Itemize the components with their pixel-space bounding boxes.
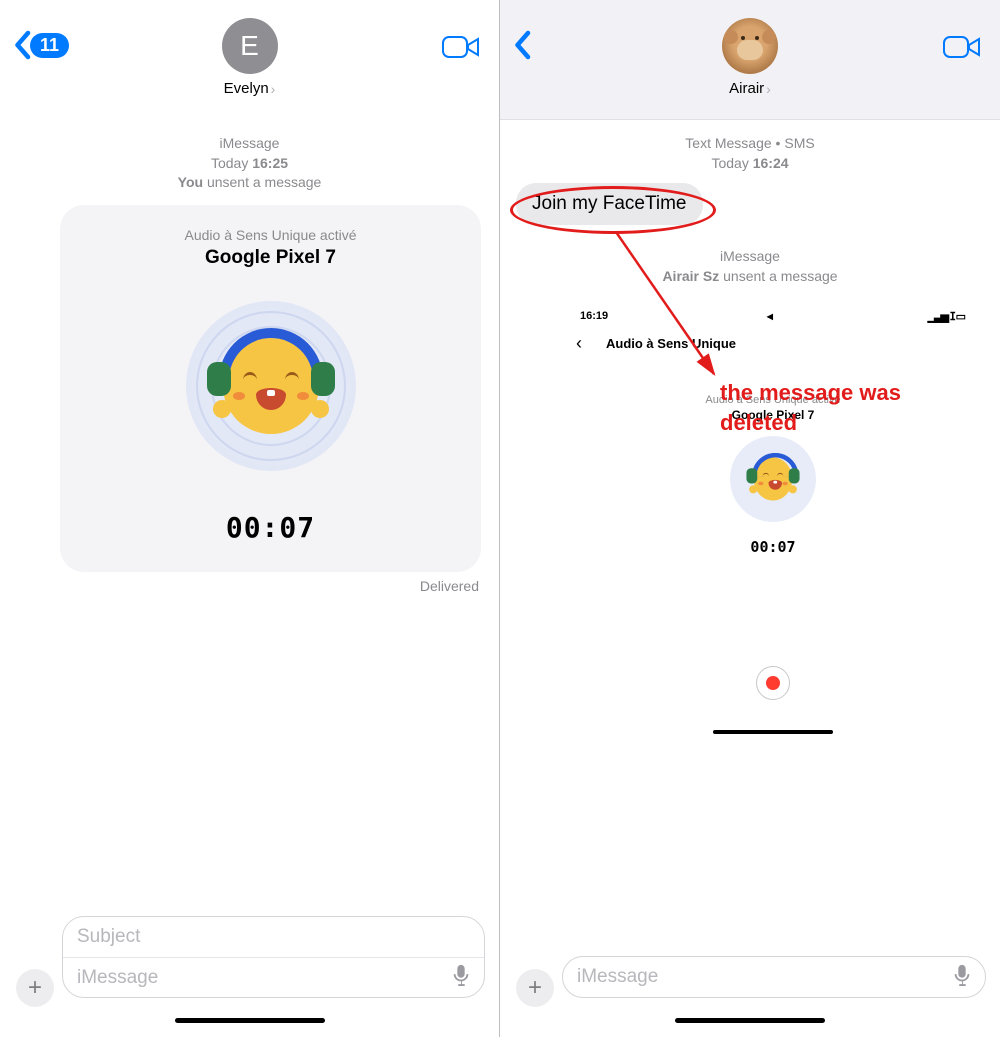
audio-message-card[interactable]: Audio à Sens Unique activé Google Pixel …	[60, 205, 481, 572]
facetime-button[interactable]	[441, 32, 481, 67]
nested-emoji-artwork	[730, 436, 816, 522]
nested-status-time: 16:19	[580, 310, 608, 323]
back-button[interactable]	[512, 30, 532, 60]
left-screenshot: 11 E Evelyn › iMessage Today 16:25 You u…	[0, 0, 500, 1037]
microphone-icon[interactable]	[452, 964, 470, 991]
service-label: iMessage	[500, 247, 1000, 267]
back-button[interactable]: 11	[12, 30, 69, 60]
card-subtitle: Audio à Sens Unique activé	[84, 227, 457, 243]
audio-timer: 00:07	[84, 511, 457, 544]
add-button[interactable]: +	[16, 969, 54, 1007]
right-screenshot: Airair › Text Message • SMS Today 16:24 …	[500, 0, 1000, 1037]
contact-header[interactable]: Airair ›	[500, 0, 1000, 97]
video-camera-icon	[942, 32, 982, 62]
home-indicator[interactable]	[675, 1018, 825, 1023]
compose-area: + iMessage	[500, 956, 1000, 1023]
chevron-left-icon	[12, 30, 32, 60]
unsent-notice: Airair Sz unsent a message	[500, 267, 1000, 287]
system-meta: iMessage Today 16:25 You unsent a messag…	[0, 134, 499, 193]
avatar: E	[222, 18, 278, 74]
system-meta: Text Message • SMS Today 16:24	[500, 134, 1000, 173]
timestamp: Today 16:24	[500, 154, 1000, 174]
message-input[interactable]: iMessage	[563, 957, 985, 997]
compose-area: + Subject iMessage	[0, 916, 499, 1023]
avatar-initial: E	[240, 30, 259, 62]
message-input[interactable]: iMessage	[63, 957, 484, 997]
nested-card-title: Google Pixel 7	[570, 408, 976, 422]
contact-name: Evelyn	[224, 80, 269, 97]
delivered-status: Delivered	[0, 578, 479, 594]
nested-status-icons: 󠀠▁▃▅ ⵊ▭	[930, 310, 966, 323]
subject-input[interactable]: Subject	[63, 917, 484, 957]
chevron-right-icon: ›	[271, 81, 276, 97]
plus-icon: +	[28, 974, 42, 1002]
annotation-ellipse	[510, 186, 716, 234]
message-placeholder: iMessage	[77, 967, 452, 989]
chevron-left-icon	[512, 30, 532, 60]
left-header: 11 E Evelyn ›	[0, 0, 499, 120]
chevron-left-icon: ‹	[576, 333, 582, 354]
facetime-button[interactable]	[942, 32, 982, 67]
avatar	[722, 18, 778, 74]
plus-icon: +	[528, 974, 542, 1002]
timestamp: Today 16:25	[0, 154, 499, 174]
chevron-right-icon: ›	[766, 81, 771, 97]
contact-name: Airair	[729, 80, 764, 97]
microphone-icon[interactable]	[953, 964, 971, 991]
monkey-memoji-icon	[730, 26, 770, 66]
subject-placeholder: Subject	[77, 926, 470, 948]
add-button[interactable]: +	[516, 969, 554, 1007]
home-indicator[interactable]	[175, 1018, 325, 1023]
record-dot-icon	[766, 676, 780, 690]
compose-fields: iMessage	[562, 956, 986, 998]
contact-name-row: Airair ›	[729, 80, 771, 97]
unsent-notice: You unsent a message	[0, 173, 499, 193]
card-title: Google Pixel 7	[84, 247, 457, 269]
nested-timer: 00:07	[570, 538, 976, 556]
message-placeholder: iMessage	[577, 966, 953, 988]
service-label: iMessage	[0, 134, 499, 154]
right-header: Airair ›	[500, 0, 1000, 120]
emoji-artwork	[186, 301, 356, 471]
unread-badge: 11	[30, 33, 69, 58]
service-label: Text Message • SMS	[500, 134, 1000, 154]
video-camera-icon	[441, 32, 481, 62]
emoji-face-icon	[754, 458, 793, 501]
record-button	[756, 666, 790, 700]
contact-name-row: Evelyn ›	[224, 80, 276, 97]
compose-fields: Subject iMessage	[62, 916, 485, 998]
annotation-arrow	[616, 232, 746, 402]
contact-header[interactable]: E Evelyn ›	[0, 0, 499, 97]
system-meta-2: iMessage Airair Sz unsent a message	[500, 247, 1000, 286]
nested-home-indicator	[713, 730, 833, 734]
emoji-face-icon	[223, 338, 319, 434]
